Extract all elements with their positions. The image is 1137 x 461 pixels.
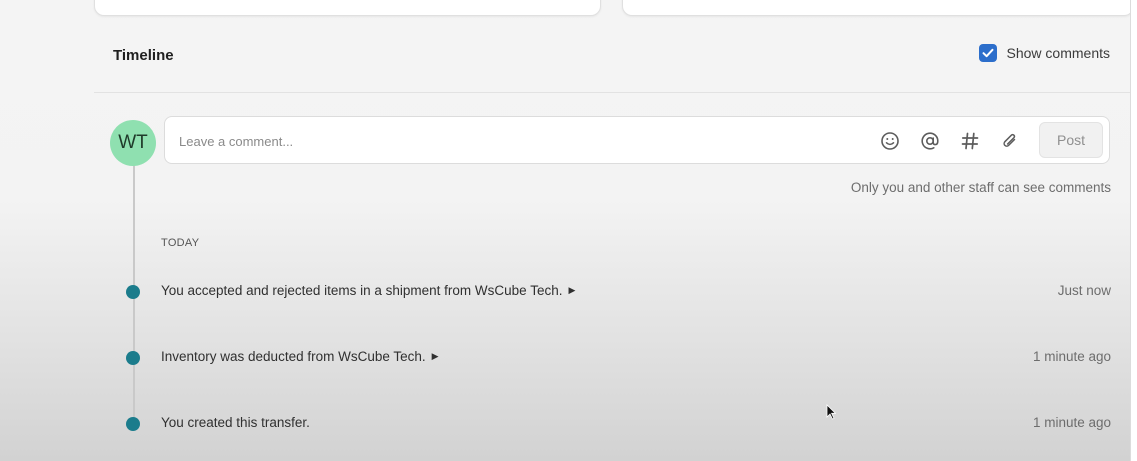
show-comments-checkbox[interactable] (978, 44, 997, 62)
top-card-right (622, 0, 1130, 16)
attachment-icon[interactable] (999, 130, 1021, 152)
show-comments-label: Show comments (1006, 45, 1110, 61)
post-button[interactable]: Post (1039, 122, 1103, 158)
mouse-cursor-icon (826, 404, 836, 420)
comment-input[interactable] (177, 117, 871, 165)
event-time: 1 minute ago (1032, 415, 1111, 430)
event-text: You created this transfer. (161, 415, 310, 430)
mention-icon[interactable] (919, 130, 941, 152)
avatar: WT (110, 120, 156, 166)
header-divider (94, 92, 1130, 93)
checkmark-icon (982, 48, 994, 58)
caret-right-icon[interactable]: ▶ (568, 285, 575, 296)
show-comments-toggle[interactable]: Show comments (978, 44, 1110, 62)
day-heading: TODAY (161, 237, 200, 249)
timeline-panel: Timeline Show comments WT Leave a commen… (0, 0, 1131, 461)
comments-privacy-note: Only you and other staff can see comment… (850, 180, 1111, 195)
timeline-title: Timeline (113, 47, 174, 64)
event-text: You accepted and rejected items in a shi… (161, 283, 563, 298)
event-dot (126, 417, 140, 431)
event-time: Just now (1057, 283, 1111, 298)
event-text-wrapper: You created this transfer. (161, 415, 310, 430)
hashtag-icon[interactable] (959, 130, 981, 152)
timeline-event: You accepted and rejected items in a shi… (0, 280, 1130, 304)
event-time: 1 minute ago (1032, 349, 1111, 364)
timeline-event: Inventory was deducted from WsCube Tech.… (0, 346, 1130, 370)
emoji-icon[interactable] (879, 130, 901, 152)
event-expand-toggle[interactable]: Inventory was deducted from WsCube Tech.… (161, 349, 439, 364)
event-text: Inventory was deducted from WsCube Tech. (161, 349, 426, 364)
caret-right-icon[interactable]: ▶ (432, 351, 439, 362)
event-expand-toggle[interactable]: You accepted and rejected items in a shi… (161, 283, 575, 298)
event-dot (126, 285, 140, 299)
comment-box: Post (164, 116, 1110, 165)
top-card-left (94, 0, 601, 16)
event-dot (126, 351, 140, 365)
timeline-event: You created this transfer. 1 minute ago (0, 412, 1130, 436)
